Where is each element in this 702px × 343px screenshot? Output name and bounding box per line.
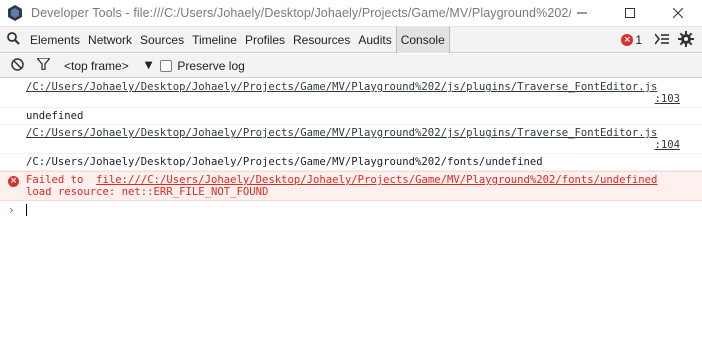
frame-selector[interactable]: <top frame> ▼ [64,59,152,73]
search-icon [6,31,20,48]
console-output: /C:/Users/Johaely/Desktop/Johaely/Projec… [0,79,702,343]
maximize-icon [625,7,635,21]
settings-button[interactable] [674,27,698,53]
tab-resources[interactable]: Resources [289,27,354,53]
console-message: /C:/Users/Johaely/Desktop/Johaely/Projec… [0,125,702,154]
source-link[interactable]: /C:/Users/Johaely/Desktop/Johaely/Projec… [26,127,680,139]
error-count: 1 [635,33,642,47]
inspect-search-button[interactable] [0,27,26,53]
console-toolbar: <top frame> ▼ Preserve log [0,54,702,78]
tab-elements[interactable]: Elements [26,27,84,53]
panel-tab-bar: Elements Network Sources Timeline Profil… [0,26,702,53]
prompt-chevron-icon: › [9,203,14,217]
clear-console-button[interactable] [4,54,30,78]
tab-timeline[interactable]: Timeline [188,27,241,53]
tab-audits[interactable]: Audits [354,27,395,53]
maximize-button[interactable] [606,0,654,27]
console-error-message: × Failed to file:///C:/Users/Johaely/Des… [0,171,702,201]
log-text: /C:/Users/Johaely/Desktop/Johaely/Projec… [26,156,543,168]
error-counter[interactable]: × 1 [621,33,642,47]
tab-network[interactable]: Network [84,27,136,53]
preserve-log-toggle[interactable]: Preserve log [160,58,245,73]
console-prompt[interactable]: › [0,201,702,219]
frame-selector-label: <top frame> [64,58,129,73]
source-link[interactable]: /C:/Users/Johaely/Desktop/Johaely/Projec… [26,81,680,93]
minimize-button[interactable] [558,0,606,27]
error-prefix: Failed to [26,174,97,186]
window-titlebar: Developer Tools - file:///C:/Users/Johae… [0,0,702,27]
tab-console[interactable]: Console [395,26,450,53]
filter-button[interactable] [30,54,56,78]
preserve-log-checkbox[interactable] [160,59,173,72]
filter-icon [35,57,51,73]
console-message: /C:/Users/Johaely/Desktop/Johaely/Projec… [0,79,702,108]
tab-profiles[interactable]: Profiles [241,27,289,53]
chevron-down-icon: ▼ [144,60,153,71]
window-title: Developer Tools - file:///C:/Users/Johae… [31,6,571,20]
minimize-icon [577,7,587,21]
text-caret [26,204,27,216]
log-text: undefined [26,110,84,122]
source-line-link[interactable]: :103 [26,93,680,105]
tab-sources[interactable]: Sources [136,27,188,53]
error-icon: × [8,176,19,187]
clear-console-icon [10,57,24,74]
close-button[interactable] [654,0,702,27]
console-message: undefined [0,108,702,125]
console-drawer-icon [654,33,669,48]
gear-icon [678,30,694,50]
preserve-log-label: Preserve log [177,58,245,73]
error-resource-link[interactable]: file:///C:/Users/Johaely/Desktop/Johaely… [96,174,657,186]
close-icon [672,7,684,21]
source-line-link[interactable]: :104 [26,139,680,151]
devtools-app-icon [7,5,23,21]
error-detail: load resource: net::ERR_FILE_NOT_FOUND [26,186,269,198]
console-drawer-button[interactable] [650,27,674,53]
console-message: /C:/Users/Johaely/Desktop/Johaely/Projec… [0,154,702,171]
error-icon: × [621,34,634,46]
